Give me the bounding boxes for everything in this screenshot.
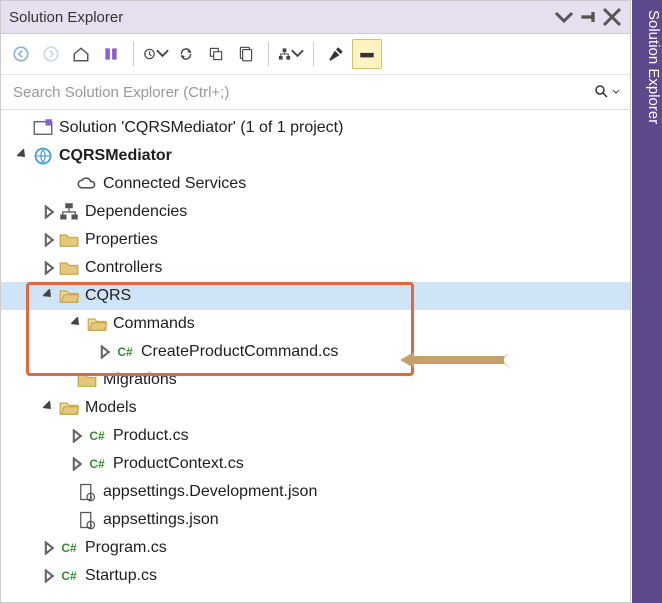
solution-label: Solution 'CQRSMediator' (1 of 1 project): [59, 119, 343, 137]
class-view-button[interactable]: [277, 40, 305, 68]
appsettings-node[interactable]: appsettings.json: [1, 506, 630, 534]
dependencies-label: Dependencies: [85, 203, 187, 221]
search-input[interactable]: [11, 83, 594, 102]
startup-label: Startup.cs: [85, 567, 157, 585]
expand-icon[interactable]: [43, 233, 57, 247]
csharp-file-icon: C#: [59, 538, 79, 558]
separator: [313, 42, 314, 66]
folder-open-icon: [59, 398, 79, 418]
forward-button[interactable]: [37, 40, 65, 68]
folder-open-icon: [87, 314, 107, 334]
expand-icon[interactable]: [17, 149, 31, 163]
folder-icon: [59, 258, 79, 278]
controllers-node[interactable]: Controllers: [1, 254, 630, 282]
home-button[interactable]: [67, 40, 95, 68]
csharp-file-icon: C#: [87, 454, 107, 474]
solution-node[interactable]: Solution 'CQRSMediator' (1 of 1 project): [1, 114, 630, 142]
cloud-icon: [77, 174, 97, 194]
appsettings-dev-node[interactable]: appsettings.Development.json: [1, 478, 630, 506]
controllers-label: Controllers: [85, 259, 162, 277]
expand-icon[interactable]: [99, 345, 113, 359]
json-file-icon: [77, 482, 97, 502]
properties-node[interactable]: Properties: [1, 226, 630, 254]
appsettings-label: appsettings.json: [103, 511, 219, 529]
panel-title: Solution Explorer: [9, 9, 550, 26]
separator: [133, 42, 134, 66]
folder-icon: [59, 230, 79, 250]
collapsed-tab[interactable]: Solution Explorer: [632, 0, 662, 603]
csharp-project-icon: [33, 146, 53, 166]
csharp-file-icon: C#: [115, 342, 135, 362]
models-label: Models: [85, 399, 137, 417]
program-label: Program.cs: [85, 539, 167, 557]
collapsed-tab-label: Solution Explorer: [645, 10, 662, 124]
folder-open-icon: [59, 286, 79, 306]
productcontext-label: ProductContext.cs: [113, 455, 244, 473]
appsettings-dev-label: appsettings.Development.json: [103, 483, 317, 501]
pending-changes-button[interactable]: [142, 40, 170, 68]
cqrs-label: CQRS: [85, 287, 131, 305]
switch-views-button[interactable]: [97, 40, 125, 68]
productcontext-node[interactable]: C# ProductContext.cs: [1, 450, 630, 478]
collapse-all-button[interactable]: [202, 40, 230, 68]
properties-label: Properties: [85, 231, 158, 249]
pin-button[interactable]: [578, 7, 598, 27]
cqrs-node[interactable]: CQRS: [1, 282, 630, 310]
csharp-file-icon: C#: [59, 566, 79, 586]
separator: [268, 42, 269, 66]
csharp-file-icon: C#: [87, 426, 107, 446]
expand-icon[interactable]: [71, 317, 85, 331]
project-node[interactable]: CQRSMediator: [1, 142, 630, 170]
properties-button[interactable]: [322, 40, 350, 68]
models-node[interactable]: Models: [1, 394, 630, 422]
expand-icon[interactable]: [43, 205, 57, 219]
expand-icon[interactable]: [43, 401, 57, 415]
expand-icon[interactable]: [71, 429, 85, 443]
json-file-icon: [77, 510, 97, 530]
dependencies-node[interactable]: Dependencies: [1, 198, 630, 226]
migrations-label: Migrations: [103, 371, 177, 389]
expand-icon[interactable]: [43, 261, 57, 275]
connected-services-label: Connected Services: [103, 175, 246, 193]
startup-node[interactable]: C# Startup.cs: [1, 562, 630, 590]
createproductcommand-node[interactable]: C# CreateProductCommand.cs: [1, 338, 630, 366]
program-node[interactable]: C# Program.cs: [1, 534, 630, 562]
solution-tree: Solution 'CQRSMediator' (1 of 1 project)…: [1, 110, 630, 602]
preview-button[interactable]: [352, 39, 382, 69]
folder-icon: [77, 370, 97, 390]
toolbar: [1, 34, 630, 75]
commands-node[interactable]: Commands: [1, 310, 630, 338]
migrations-node[interactable]: Migrations: [1, 366, 630, 394]
titlebar: Solution Explorer: [1, 1, 630, 34]
dependencies-icon: [59, 202, 79, 222]
expand-icon[interactable]: [43, 541, 57, 555]
solution-icon: [33, 118, 53, 138]
expand-icon[interactable]: [43, 289, 57, 303]
connected-services-node[interactable]: Connected Services: [1, 170, 630, 198]
sync-button[interactable]: [172, 40, 200, 68]
back-button[interactable]: [7, 40, 35, 68]
show-all-files-button[interactable]: [232, 40, 260, 68]
expand-icon[interactable]: [43, 569, 57, 583]
expand-icon[interactable]: [71, 457, 85, 471]
commands-label: Commands: [113, 315, 195, 333]
search-bar: [1, 75, 630, 110]
close-button[interactable]: [602, 7, 622, 27]
product-label: Product.cs: [113, 427, 189, 445]
createproductcommand-label: CreateProductCommand.cs: [141, 343, 338, 361]
window-dropdown-button[interactable]: [554, 7, 574, 27]
project-label: CQRSMediator: [59, 147, 172, 165]
search-icon[interactable]: [594, 84, 620, 100]
product-node[interactable]: C# Product.cs: [1, 422, 630, 450]
